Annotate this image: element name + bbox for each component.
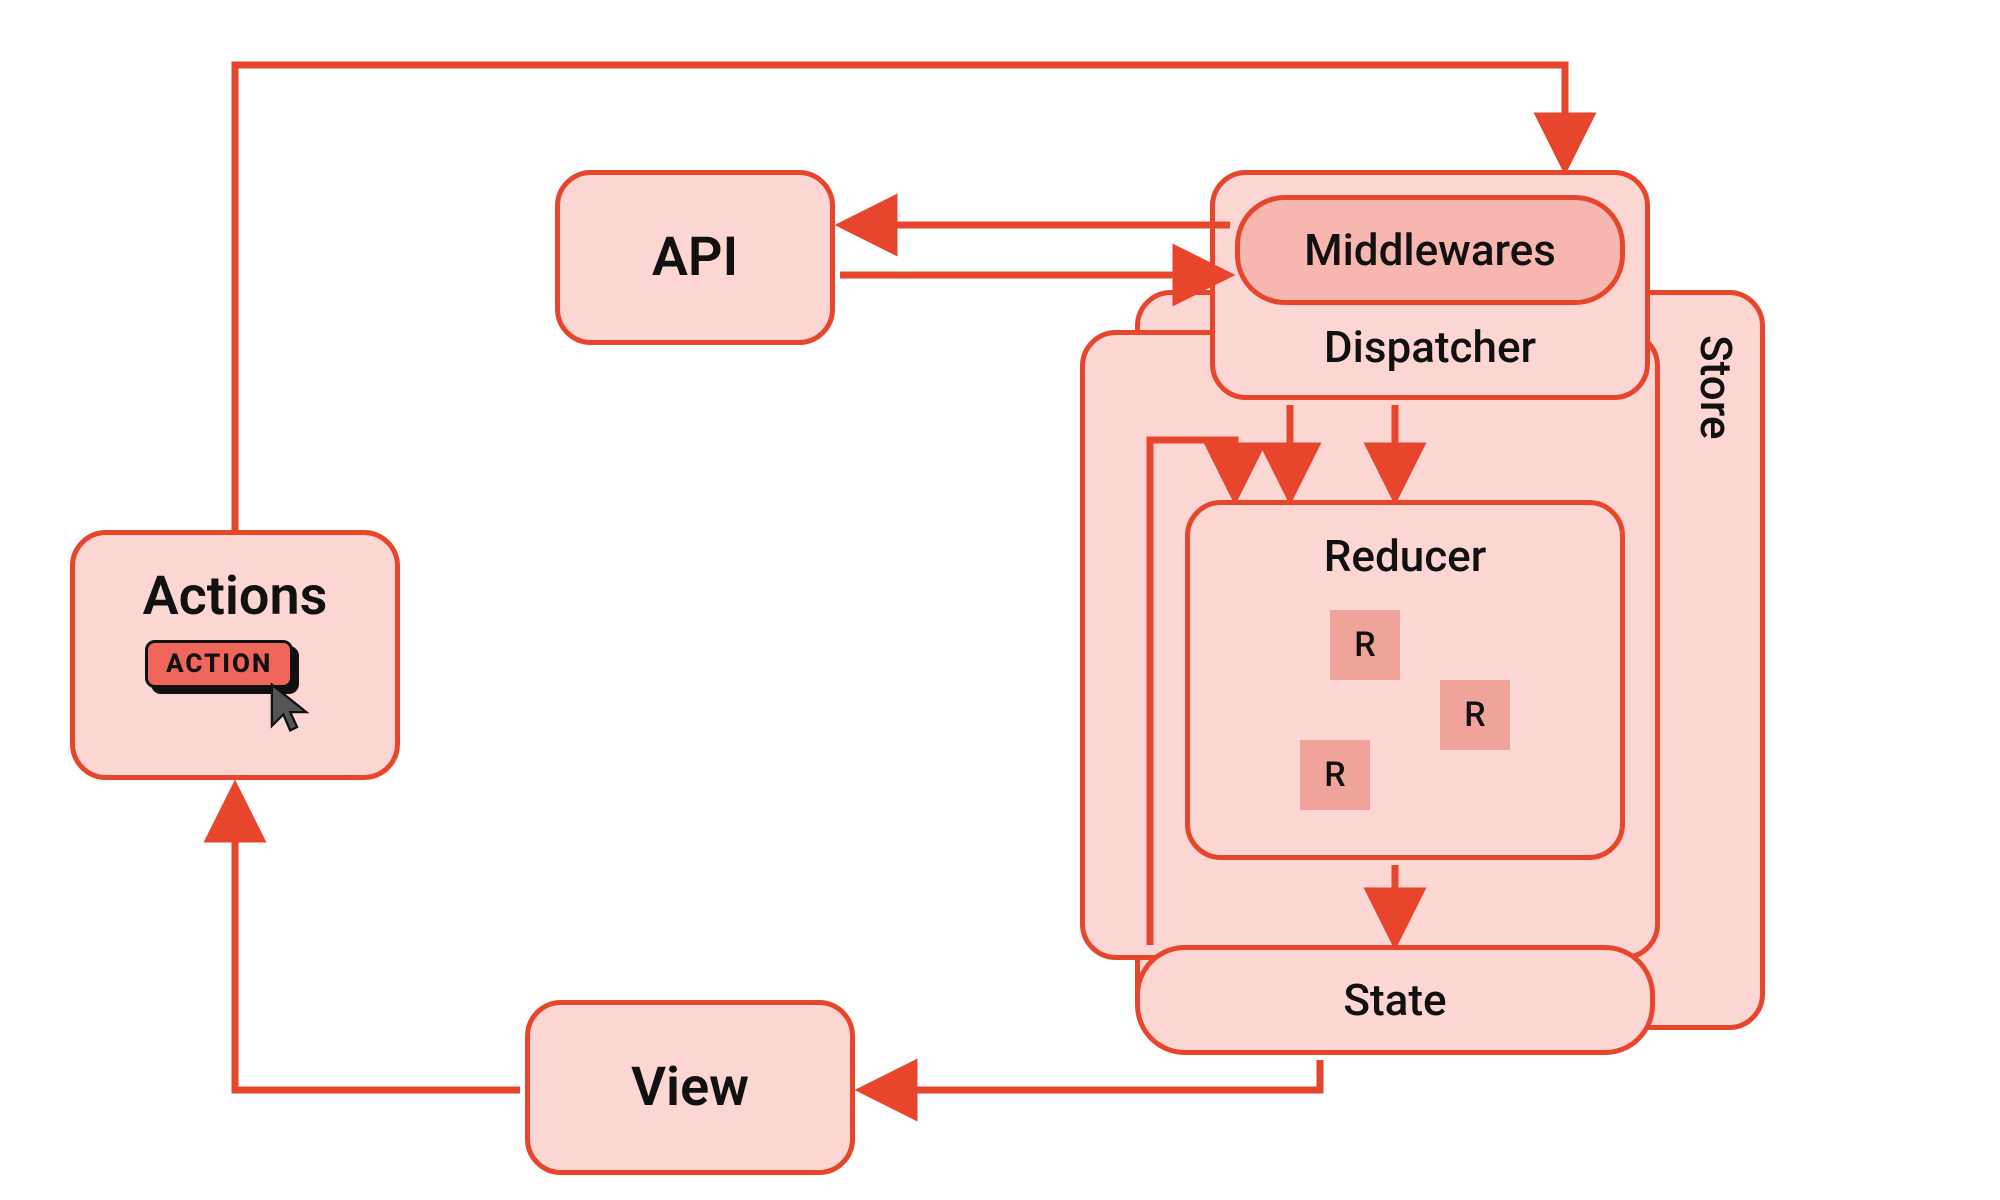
edge-state-to-view: [865, 1060, 1320, 1090]
reducer-chip: R: [1330, 610, 1400, 680]
reducer-chip: R: [1440, 680, 1510, 750]
state-label: State: [1343, 974, 1446, 1026]
view-label: View: [631, 1056, 749, 1119]
reducer-chip-label: R: [1354, 625, 1375, 665]
reducer-chip: R: [1300, 740, 1370, 810]
store-label: Store: [1690, 335, 1742, 439]
view-box: View: [525, 1000, 855, 1175]
edge-view-to-actions: [235, 790, 520, 1090]
state-box: State: [1135, 945, 1655, 1055]
diagram-canvas: Store Dispatcher Middlewares Reducer R R…: [0, 0, 2000, 1200]
dispatcher-label: Dispatcher: [1215, 321, 1645, 373]
reducer-chip-label: R: [1464, 695, 1485, 735]
middlewares-box: Middlewares: [1235, 195, 1625, 305]
reducer-label: Reducer: [1190, 530, 1620, 582]
actions-label: Actions: [75, 565, 395, 628]
api-box: API: [555, 170, 835, 345]
action-button-label: ACTION: [166, 649, 272, 679]
cursor-icon: [265, 680, 320, 735]
reducer-chip-label: R: [1324, 755, 1345, 795]
api-label: API: [652, 226, 738, 289]
reducer-box: Reducer: [1185, 500, 1625, 860]
middlewares-label: Middlewares: [1304, 224, 1556, 276]
